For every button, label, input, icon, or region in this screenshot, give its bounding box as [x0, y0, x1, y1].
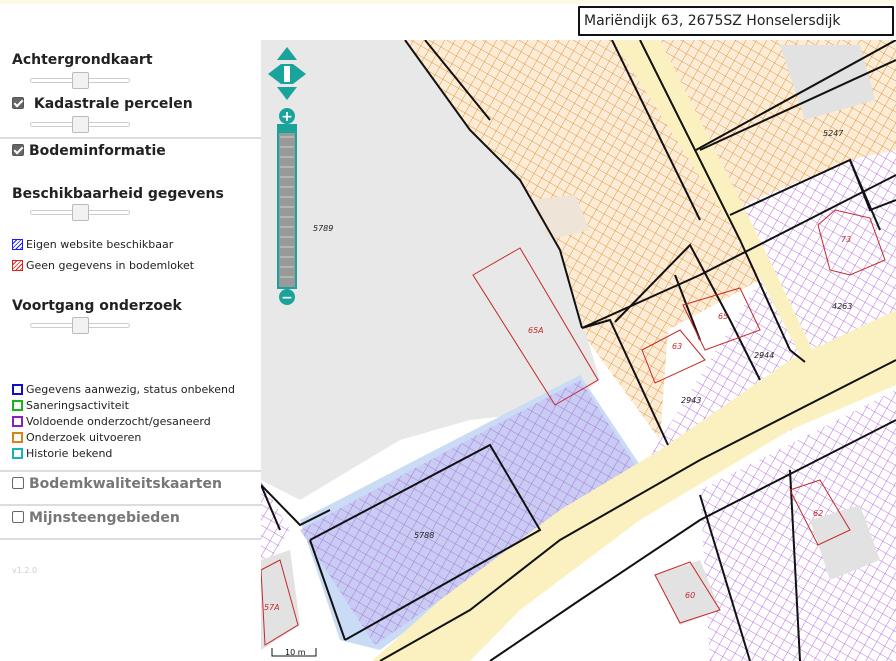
kadastrale-opacity-slider[interactable] — [30, 116, 130, 133]
version-label: v1.2.0 — [12, 566, 38, 575]
achtergrondkaart-heading: Achtergrondkaart — [12, 52, 153, 68]
legend-historie-bekend: Historie bekend — [12, 447, 112, 460]
legend-label: Historie bekend — [26, 447, 113, 460]
pan-center-inner — [284, 66, 290, 82]
legend-gegevens-aanwezig: Gegevens aanwezig, status onbekend — [12, 383, 235, 396]
parcel-label-2943: 2943 — [681, 396, 701, 405]
mijnsteengebieden-label: Mijnsteengebieden — [29, 510, 180, 526]
bodemkwaliteitskaarten-toggle[interactable]: Bodemkwaliteitskaarten — [12, 476, 222, 492]
bodemkwaliteitskaarten-label: Bodemkwaliteitskaarten — [29, 476, 222, 492]
slider-thumb[interactable] — [72, 204, 89, 221]
legend-label: Onderzoek uitvoeren — [26, 431, 142, 444]
bodeminformatie-checkbox[interactable] — [12, 144, 24, 156]
legend-swatch — [12, 260, 23, 271]
legend-voldoende-onderzocht: Voldoende onderzocht/gesaneerd — [12, 415, 211, 428]
parcel-label-5788: 5788 — [414, 531, 434, 540]
map-canvas[interactable]: 5789 5247 73 4263 65A 65 63 2944 2943 57… — [261, 40, 896, 661]
divider — [0, 137, 261, 139]
legend-swatch — [12, 384, 23, 395]
bodemkwaliteitskaarten-checkbox[interactable] — [12, 477, 24, 489]
kadastrale-toggle[interactable]: Kadastrale percelen — [12, 96, 193, 112]
voortgang-opacity-slider[interactable] — [30, 317, 130, 334]
scale-label: 10 m — [285, 648, 306, 657]
legend-eigen-website: Eigen website beschikbaar — [12, 238, 173, 251]
parcel-label-60: 60 — [685, 591, 695, 600]
slider-thumb[interactable] — [72, 72, 89, 89]
legend-onderzoek-uitvoeren: Onderzoek uitvoeren — [12, 431, 141, 444]
divider — [0, 538, 261, 540]
legend-swatch — [12, 416, 23, 427]
parcel-label-5247: 5247 — [823, 129, 844, 138]
zoom-control[interactable]: + − — [277, 108, 297, 306]
mijnsteengebieden-toggle[interactable]: Mijnsteengebieden — [12, 510, 180, 526]
legend-label: Voldoende onderzocht/gesaneerd — [26, 415, 211, 428]
parcel-label-63: 63 — [672, 342, 682, 351]
divider — [0, 504, 261, 506]
legend-swatch — [12, 400, 23, 411]
legend-swatch — [12, 239, 23, 250]
scale-bar: 10 m — [270, 645, 318, 659]
legend-saneringsactiviteit: Saneringsactiviteit — [12, 399, 129, 412]
kadastrale-label: Kadastrale percelen — [33, 96, 193, 112]
layer-sidebar: Achtergrondkaart Kadastrale percelen Bod… — [0, 40, 261, 661]
parcel-label-4263: 4263 — [832, 302, 852, 311]
slider-thumb[interactable] — [72, 116, 89, 133]
divider — [0, 470, 261, 472]
zoom-in-icon[interactable]: + — [281, 109, 293, 125]
legend-swatch — [12, 448, 23, 459]
parcel-label-62: 62 — [813, 509, 823, 518]
parcel-label-2944: 2944 — [754, 351, 774, 360]
kadastrale-checkbox[interactable] — [12, 97, 24, 109]
bodeminformatie-toggle[interactable]: Bodeminformatie — [12, 143, 166, 159]
slider-thumb[interactable] — [72, 317, 89, 334]
legend-label: Eigen website beschikbaar — [26, 238, 174, 251]
map-view[interactable]: 5789 5247 73 4263 65A 65 63 2944 2943 57… — [261, 40, 896, 661]
beschikbaarheid-opacity-slider[interactable] — [30, 204, 130, 221]
parcel-label-73: 73 — [841, 235, 851, 244]
mijnsteengebieden-checkbox[interactable] — [12, 511, 24, 523]
parcel-label-57A: 57A — [264, 603, 280, 612]
achtergrondkaart-opacity-slider[interactable] — [30, 72, 130, 89]
voortgang-heading: Voortgang onderzoek — [12, 298, 182, 314]
legend-geen-gegevens: Geen gegevens in bodemloket — [12, 259, 194, 272]
parcel-label-65: 65 — [718, 312, 728, 321]
legend-label: Geen gegevens in bodemloket — [26, 259, 195, 272]
legend-label: Saneringsactiviteit — [26, 399, 129, 412]
zoom-slider-thumb[interactable] — [279, 126, 295, 133]
parcel-label-5789: 5789 — [313, 224, 333, 233]
top-strip — [0, 0, 896, 4]
parcel-label-65A: 65A — [528, 326, 544, 335]
zoom-out-icon[interactable]: − — [281, 290, 293, 306]
beschikbaarheid-heading: Beschikbaarheid gegevens — [12, 186, 224, 202]
legend-swatch — [12, 432, 23, 443]
legend-label: Gegevens aanwezig, status onbekend — [26, 383, 235, 396]
bodeminformatie-label: Bodeminformatie — [29, 143, 166, 159]
address-search-input[interactable] — [578, 6, 894, 36]
